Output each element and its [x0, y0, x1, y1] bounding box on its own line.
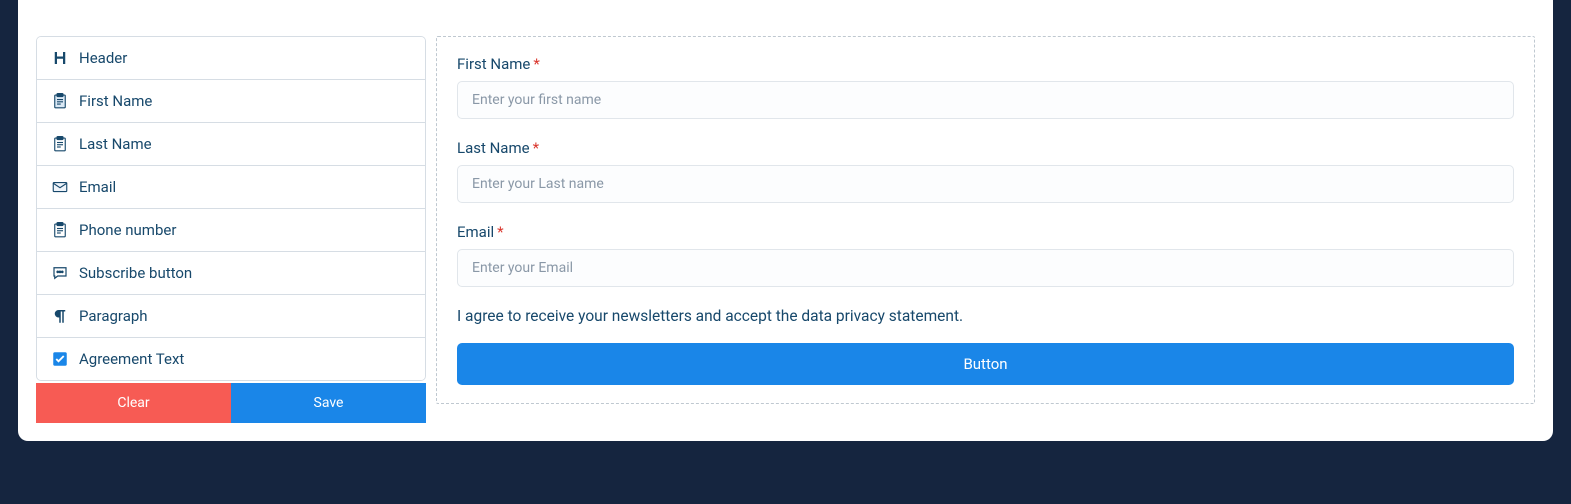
agreement-text: I agree to receive your newsletters and … [457, 307, 1514, 325]
last-name-label: Last Name* [457, 139, 1514, 157]
sidebar-item-label: Email [79, 178, 116, 196]
clipboard-icon [51, 92, 69, 110]
field-first-name: First Name* [457, 55, 1514, 119]
sidebar-item-paragraph[interactable]: Paragraph [37, 295, 425, 338]
clipboard-icon [51, 135, 69, 153]
sidebar-item-first-name[interactable]: First Name [37, 80, 425, 123]
sidebar-item-label: Agreement Text [79, 350, 184, 368]
sidebar-item-header[interactable]: Header [37, 37, 425, 80]
sidebar-item-phone[interactable]: Phone number [37, 209, 425, 252]
sidebar-item-label: Last Name [79, 135, 152, 153]
sidebar-item-agreement[interactable]: Agreement Text [37, 338, 425, 380]
sidebar-item-label: Paragraph [79, 307, 148, 325]
clipboard-icon [51, 221, 69, 239]
sidebar-item-subscribe[interactable]: Subscribe button [37, 252, 425, 295]
email-input[interactable] [457, 249, 1514, 287]
label-text: Email [457, 223, 494, 241]
sidebar-item-label: Header [79, 49, 127, 67]
sidebar-item-label: First Name [79, 92, 152, 110]
sidebar-item-email[interactable]: Email [37, 166, 425, 209]
required-mark: * [497, 223, 503, 241]
required-mark: * [533, 55, 539, 73]
email-label: Email* [457, 223, 1514, 241]
field-email: Email* [457, 223, 1514, 287]
submit-button[interactable]: Button [457, 343, 1514, 385]
form-preview: First Name* Last Name* Email* I agree to… [436, 36, 1535, 404]
sidebar-item-label: Phone number [79, 221, 176, 239]
mail-icon [51, 178, 69, 196]
label-text: First Name [457, 55, 530, 73]
sidebar-actions: Clear Save [36, 383, 426, 423]
clear-button[interactable]: Clear [36, 383, 231, 423]
sidebar-item-label: Subscribe button [79, 264, 192, 282]
elements-sidebar: Header First Name Last Name Email [36, 36, 426, 423]
message-icon [51, 264, 69, 282]
elements-list: Header First Name Last Name Email [36, 36, 426, 381]
checkbox-icon [51, 350, 69, 368]
heading-icon [51, 49, 69, 67]
label-text: Last Name [457, 139, 530, 157]
sidebar-item-last-name[interactable]: Last Name [37, 123, 425, 166]
first-name-label: First Name* [457, 55, 1514, 73]
last-name-input[interactable] [457, 165, 1514, 203]
form-builder-card: Header First Name Last Name Email [18, 0, 1553, 441]
field-last-name: Last Name* [457, 139, 1514, 203]
paragraph-icon [51, 307, 69, 325]
save-button[interactable]: Save [231, 383, 426, 423]
first-name-input[interactable] [457, 81, 1514, 119]
required-mark: * [533, 139, 539, 157]
